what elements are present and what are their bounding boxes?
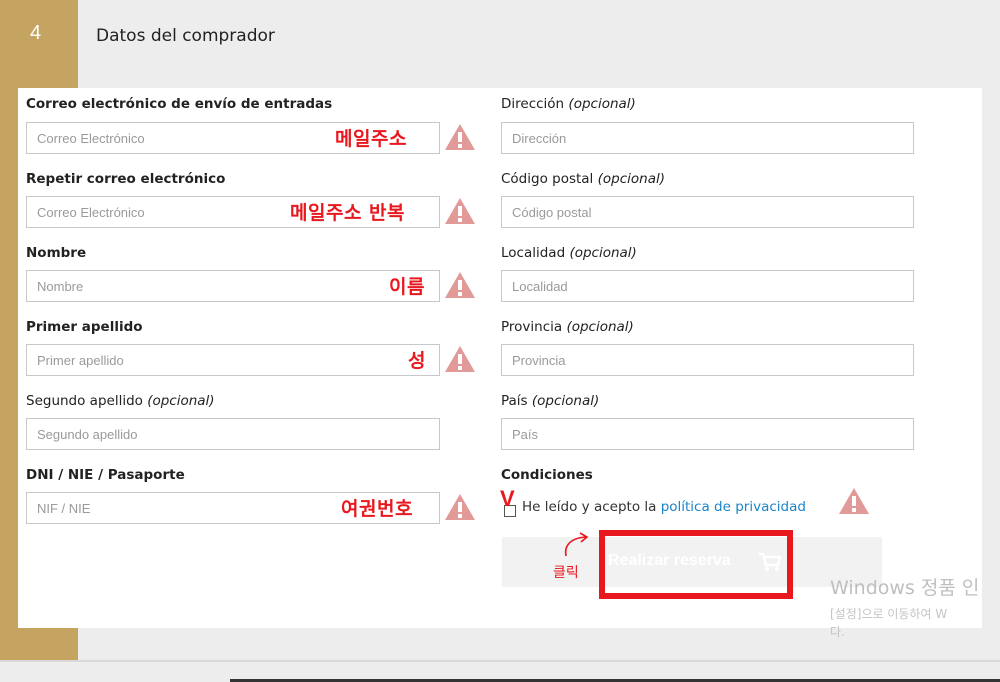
privacy-policy-link[interactable]: política de privacidad — [661, 499, 806, 515]
email-label: Correo electrónico de envío de entradas — [26, 96, 333, 112]
locality-label: Localidad (opcional) — [501, 245, 637, 261]
postal-code-label: Código postal (opcional) — [501, 171, 665, 187]
warning-icon — [445, 272, 475, 298]
click-highlight-box — [599, 530, 793, 599]
province-input[interactable] — [501, 344, 914, 376]
address-input[interactable] — [501, 122, 914, 154]
surname-annotation: 성 — [408, 350, 426, 372]
click-annotation: 클릭 — [553, 565, 579, 581]
postal-code-input[interactable] — [501, 196, 914, 228]
warning-icon — [839, 488, 869, 514]
id-document-label: DNI / NIE / Pasaporte — [26, 467, 185, 483]
first-surname-label: Primer apellido — [26, 319, 143, 335]
section-title: Datos del comprador — [96, 26, 275, 46]
country-input[interactable] — [501, 418, 914, 450]
warning-icon — [445, 198, 475, 224]
warning-icon — [445, 346, 475, 372]
privacy-acceptance-text: He leído y acepto la política de privaci… — [522, 499, 806, 515]
windows-activation-watermark: Windows 정품 인 — [830, 577, 980, 599]
repeat-email-label: Repetir correo electrónico — [26, 171, 226, 187]
warning-icon — [445, 494, 475, 520]
conditions-label: Condiciones — [501, 467, 593, 483]
passport-annotation: 여권번호 — [341, 498, 413, 520]
name-input[interactable] — [26, 270, 440, 302]
arrow-icon — [564, 532, 589, 557]
repeat-email-annotation: 메일주소 반복 — [290, 202, 405, 224]
step-number: 4 — [30, 22, 42, 44]
second-surname-label: Segundo apellido (opcional) — [26, 393, 215, 409]
second-surname-input[interactable] — [26, 418, 440, 450]
province-label: Provincia (opcional) — [501, 319, 634, 335]
name-label: Nombre — [26, 245, 87, 261]
check-annotation: V — [500, 486, 515, 511]
address-label: Dirección (opcional) — [501, 96, 636, 112]
first-surname-input[interactable] — [26, 344, 440, 376]
warning-icon — [445, 124, 475, 150]
country-label: País (opcional) — [501, 393, 600, 409]
divider — [0, 660, 1000, 662]
locality-input[interactable] — [501, 270, 914, 302]
windows-activation-subtext: [설정]으로 이동하여 W 다. — [830, 607, 948, 639]
email-annotation: 메일주소 — [335, 128, 407, 150]
name-annotation: 이름 — [389, 276, 425, 298]
